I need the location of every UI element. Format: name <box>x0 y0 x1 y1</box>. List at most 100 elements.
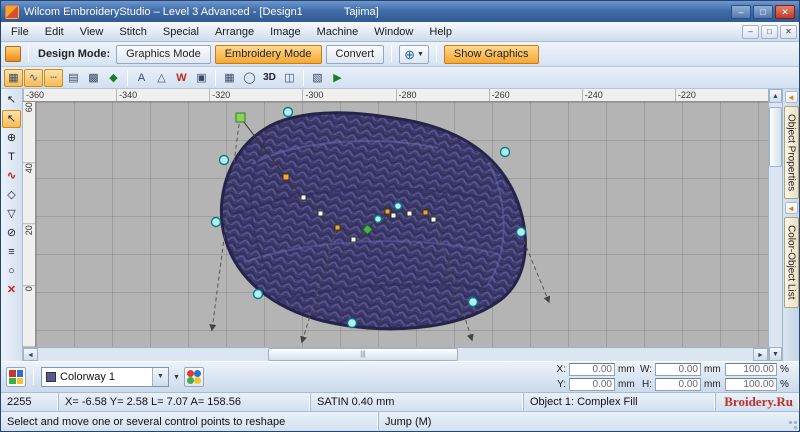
width-input[interactable] <box>655 363 701 376</box>
mode-toolbar: Design Mode: Graphics Mode Embroidery Mo… <box>1 42 799 67</box>
scroll-right-icon[interactable]: ► <box>753 348 768 361</box>
menu-edit[interactable]: Edit <box>37 24 72 40</box>
node-tool[interactable]: ✕ <box>2 281 21 299</box>
stitch-edit-tool[interactable]: ≡ <box>2 243 21 261</box>
document-minimize-button[interactable]: – <box>742 24 759 39</box>
lettering-icon[interactable]: A <box>132 69 151 87</box>
menu-view[interactable]: View <box>72 24 112 40</box>
panel-expand-icon[interactable]: ◄ <box>784 202 798 215</box>
closed-shape-tool[interactable]: ◇ <box>2 186 21 204</box>
title-bar: Wilcom EmbroideryStudio – Level 3 Advanc… <box>1 1 799 22</box>
y-label: Y: <box>557 379 566 390</box>
zigzag-stitch-icon[interactable]: ∿ <box>24 68 43 87</box>
hoop-globe-dropdown[interactable]: ⊕ ▼ <box>399 44 429 64</box>
design-canvas-art <box>209 106 551 344</box>
menu-machine[interactable]: Machine <box>309 24 367 40</box>
circle-tool[interactable]: ○ <box>2 262 21 280</box>
height-scale-input[interactable] <box>725 378 777 391</box>
menu-stitch[interactable]: Stitch <box>111 24 155 40</box>
thread-palette-icon[interactable] <box>6 367 26 387</box>
pointer-info: X= -6.58 Y= 2.58 L= 7.07 A= 158.56 <box>59 393 311 411</box>
select-object-tool[interactable]: ↖ <box>2 91 21 109</box>
transform-row-1: X: mm W: mm % <box>553 363 790 376</box>
lettering-tool[interactable]: T <box>2 148 21 166</box>
show-graphics-button[interactable]: Show Graphics <box>443 44 539 64</box>
menu-special[interactable]: Special <box>155 24 207 40</box>
graphics-mode-button[interactable]: Graphics Mode <box>116 44 211 64</box>
scroll-down-icon[interactable]: ▼ <box>769 347 782 361</box>
height-input[interactable] <box>655 378 701 391</box>
cycle-colors-icon[interactable] <box>183 367 204 387</box>
y-input[interactable] <box>569 378 615 391</box>
satin-stitch-icon[interactable]: ▤ <box>64 69 83 87</box>
grid-toggle-icon[interactable]: ▦ <box>220 69 239 87</box>
stitch-type-info: SATIN 0.40 mm <box>311 393 524 411</box>
ruler-label: -220 <box>674 89 768 101</box>
transform-row-2: Y: mm H: mm % <box>553 378 790 391</box>
tab-color-object-list[interactable]: Color-Object List <box>783 217 799 308</box>
chevron-down-icon: ▼ <box>416 50 424 58</box>
tatami-fill-icon[interactable]: ▩ <box>84 69 103 87</box>
vertical-scrollbar[interactable]: ▲ ▼ <box>768 89 782 361</box>
panel-expand-icon[interactable]: ◄ <box>784 91 798 103</box>
ruler-label: -360 <box>23 89 116 101</box>
resize-grip[interactable] <box>785 412 799 431</box>
hoop-toggle-icon[interactable]: ◯ <box>240 69 259 87</box>
menu-image[interactable]: Image <box>262 24 309 40</box>
maximize-button[interactable]: □ <box>753 4 773 19</box>
design-canvas[interactable] <box>36 102 768 347</box>
start-node-handle[interactable] <box>235 112 246 123</box>
selected-object-info: Object 1: Complex Fill <box>524 393 716 411</box>
wave-effect-icon[interactable]: W <box>172 69 191 87</box>
colorway-bar: Colorway 1 ▼ ▼ X: mm W: mm % Y: mm H: <box>1 361 799 393</box>
document-close-button[interactable]: ✕ <box>780 24 797 39</box>
motif-fill-icon[interactable]: ◆ <box>104 69 123 87</box>
stitch-player-icon[interactable]: ▶ <box>328 69 347 87</box>
window-title-machine: Tajima] <box>343 5 379 18</box>
horizontal-scrollbar[interactable]: ◄ ||| ► <box>23 347 768 361</box>
document-restore-button[interactable]: □ <box>761 24 778 39</box>
overview-window-icon[interactable]: ▧ <box>308 69 327 87</box>
embroidery-mode-button[interactable]: Embroidery Mode <box>214 44 322 64</box>
ruler-label: -300 <box>302 89 395 101</box>
run-stitch-icon[interactable]: ┄ <box>44 68 63 87</box>
chevron-down-icon[interactable]: ▼ <box>152 368 168 386</box>
chevron-down-icon[interactable]: ▼ <box>173 374 180 381</box>
menu-help[interactable]: Help <box>421 24 460 40</box>
colorway-select[interactable]: Colorway 1 ▼ <box>41 367 169 387</box>
view-3d-button[interactable]: 3D <box>260 69 279 87</box>
zoom-tool[interactable]: ⊕ <box>2 129 21 147</box>
reshape-object-tool[interactable]: ↖ <box>2 110 21 128</box>
backdrop-icon[interactable]: ▣ <box>192 69 211 87</box>
vertical-scroll-thumb[interactable] <box>769 107 782 167</box>
tab-object-properties[interactable]: Object Properties <box>783 106 799 200</box>
x-input[interactable] <box>569 363 615 376</box>
separator <box>127 69 128 86</box>
menu-arrange[interactable]: Arrange <box>207 24 262 40</box>
ruler-label: 40 <box>23 163 35 225</box>
ruler-label: -320 <box>209 89 302 101</box>
complex-fill-tool[interactable]: ▽ <box>2 205 21 223</box>
globe-icon: ⊕ <box>404 46 415 62</box>
close-button[interactable]: ✕ <box>775 4 795 19</box>
scroll-left-icon[interactable]: ◄ <box>23 348 38 361</box>
workspace: ↖ ↖ ⊕ T ∿ ◇ ▽ ⊘ ≡ ○ ✕ -360 -340 -320 -30… <box>1 89 799 361</box>
design-window-icon[interactable]: ▦ <box>4 68 23 87</box>
stitch-toolbar: ▦ ∿ ┄ ▤ ▩ ◆ A △ W ▣ ▦ ◯ 3D ◫ ▧ ▶ <box>1 67 799 89</box>
convert-button[interactable]: Convert <box>325 44 385 64</box>
horizontal-scroll-thumb[interactable]: ||| <box>268 348 458 361</box>
scroll-up-icon[interactable]: ▲ <box>769 89 782 103</box>
measure-icon[interactable]: ◫ <box>280 69 299 87</box>
ruler-label: 20 <box>23 224 35 286</box>
menu-file[interactable]: File <box>3 24 37 40</box>
hole-mark-tool[interactable]: ⊘ <box>2 224 21 242</box>
embroidery-object[interactable] <box>219 111 527 331</box>
separator <box>215 69 216 86</box>
width-scale-input[interactable] <box>725 363 777 376</box>
minimize-button[interactable]: – <box>731 4 751 19</box>
applique-icon[interactable]: △ <box>152 69 171 87</box>
menu-window[interactable]: Window <box>366 24 421 40</box>
run-stitch-tool[interactable]: ∿ <box>2 167 21 185</box>
h-unit: mm <box>704 379 721 390</box>
window-controls: – □ ✕ <box>731 4 795 19</box>
